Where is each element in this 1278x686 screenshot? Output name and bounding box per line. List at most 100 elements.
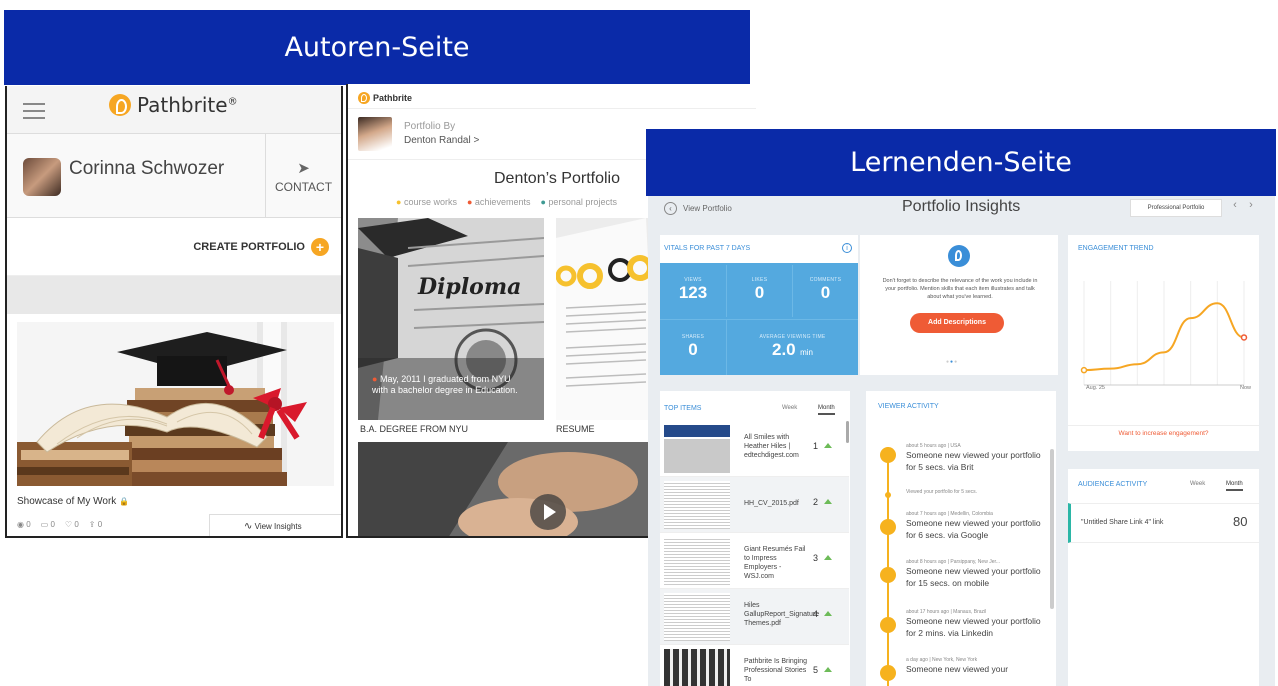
item-thumbnail: [664, 537, 730, 585]
eye-icon: ◉: [17, 520, 24, 529]
prev-arrow-icon[interactable]: ‹: [1228, 199, 1242, 217]
item-thumbnail: [664, 593, 730, 641]
video-tile[interactable]: [358, 442, 648, 536]
viewer-activity-item[interactable]: about 7 hours ago | Medellin, Colombia So…: [906, 511, 1046, 541]
owner-link[interactable]: Denton Randal >: [404, 135, 479, 146]
viewer-activity-subitem: Viewed your portfolio for 5 secs.: [906, 489, 978, 495]
lock-icon: 🔒: [119, 497, 130, 506]
contact-button[interactable]: ➤ CONTACT: [265, 134, 341, 218]
owner-avatar[interactable]: [358, 117, 392, 151]
item-thumbnail: [664, 481, 730, 529]
trend-up-icon: [824, 443, 832, 448]
category-personal-projects[interactable]: ● personal projects: [540, 197, 617, 207]
tab-month[interactable]: Month: [818, 405, 835, 415]
vital-likes: LIKES 0: [726, 265, 792, 317]
contact-label: CONTACT: [274, 180, 333, 194]
viewer-activity-item[interactable]: about 8 hours ago | Parsippany, New Jer.…: [906, 559, 1046, 589]
audience-row-value: 80: [1233, 514, 1248, 529]
laptop-photo: [358, 442, 648, 536]
trend-up-icon: [824, 555, 832, 560]
author-topbar: Pathbrite®: [7, 86, 341, 134]
diploma-tile[interactable]: Diploma ● May, 2011 I graduated from NYU…: [358, 218, 544, 420]
add-descriptions-button[interactable]: Add Descriptions: [910, 313, 1004, 333]
hamburger-menu-icon[interactable]: [23, 103, 45, 119]
category-course-works[interactable]: ● course works: [396, 197, 457, 207]
showcase-title[interactable]: Showcase of My Work 🔒: [17, 496, 129, 507]
portfolio-title: Denton’s Portfolio: [494, 170, 620, 187]
create-portfolio-label: CREATE PORTFOLIO: [193, 241, 305, 253]
top-item-row[interactable]: Pathbrite Is Bringing Professional Stori…: [660, 645, 849, 686]
audience-tab-week[interactable]: Week: [1190, 481, 1205, 487]
resume-photo: [556, 218, 656, 420]
tip-text: Don't forget to describe the relevance o…: [882, 278, 1038, 300]
location-pin-icon: [880, 447, 896, 463]
top-items-card: TOP ITEMS Week Month All Smiles with Hea…: [660, 391, 850, 686]
send-icon: ➤: [297, 160, 310, 177]
audience-tab-month[interactable]: Month: [1226, 481, 1243, 491]
likes-stat: ♡ 0: [64, 520, 79, 529]
viewer-activity-item[interactable]: about 17 hours ago | Manaus, Brazil Someo…: [906, 609, 1046, 639]
viewer-activity-item[interactable]: a day ago | New York, New York Someone ne…: [906, 657, 1046, 675]
view-insights-button[interactable]: ∿ View Insights: [209, 514, 341, 536]
trend-up-icon: [824, 499, 832, 504]
audience-row[interactable]: "Untitled Share Link 4" link 80: [1068, 503, 1259, 543]
pathbrite-logo-small[interactable]: Pathbrite: [358, 92, 412, 104]
info-icon[interactable]: i: [842, 243, 852, 253]
audience-row-label: "Untitled Share Link 4" link: [1081, 519, 1164, 526]
avatar[interactable]: [23, 158, 61, 196]
pathbrite-tip-icon: [948, 245, 970, 267]
resume-tile[interactable]: [556, 218, 656, 420]
viewer-activity-item[interactable]: about 5 hours ago | USA Someone new viewe…: [906, 443, 1046, 473]
books-graduation-cap-illustration: [17, 322, 334, 486]
trend-end-label: Now: [1240, 385, 1252, 391]
section-divider: [7, 276, 341, 314]
profile-header: Corinna Schwozer ➤ CONTACT: [7, 134, 341, 218]
tab-week[interactable]: Week: [782, 405, 797, 411]
play-button-icon[interactable]: [530, 494, 566, 530]
carousel-dots[interactable]: ●●●: [946, 359, 958, 365]
author-page-phone: Pathbrite® Corinna Schwozer ➤ CONTACT CR…: [5, 86, 343, 538]
heart-icon: ♡: [64, 520, 73, 529]
insights-title: Portfolio Insights: [902, 198, 1021, 215]
showcase-cover-image[interactable]: [17, 322, 334, 486]
engagement-trend-chart: [1080, 281, 1248, 386]
views-stat: ◉ 0: [17, 520, 31, 529]
shares-stat: ⇪ 0: [88, 520, 103, 529]
next-arrow-icon[interactable]: ›: [1244, 199, 1258, 217]
vitals-card: VITALS FOR PAST 7 DAYS i VIEWS 123 LIKES…: [660, 235, 858, 375]
top-item-row[interactable]: HH_CV_2015.pdf 2: [660, 477, 849, 533]
top-item-row[interactable]: Hiles GallupReport_Signature Themes.pdf …: [660, 589, 849, 645]
tile-caption: ● May, 2011 I graduated from NYU with a …: [372, 374, 518, 395]
trend-up-icon: [824, 667, 832, 672]
location-pin-icon: [880, 519, 896, 535]
portfolio-selector[interactable]: Professional Portfolio: [1130, 199, 1222, 217]
stats-row: ◉ 0 ▭ 0 ♡ 0 ⇪ 0: [17, 520, 102, 529]
increase-engagement-link[interactable]: Want to increase engagement?: [1068, 425, 1259, 437]
engagement-trend-card: ENGAGEMENT TREND Aug. 25 Now Want to inc…: [1068, 235, 1259, 451]
scrollbar[interactable]: [846, 421, 849, 443]
category-achievements[interactable]: ● achievements: [467, 197, 530, 207]
pathbrite-logo[interactable]: Pathbrite®: [109, 93, 238, 117]
item-thumbnail: [664, 649, 730, 686]
diploma-word: Diploma: [418, 274, 522, 300]
trend-up-icon: [824, 611, 832, 616]
insights-topbar: ‹ View Portfolio Portfolio Insights Prof…: [648, 193, 1275, 225]
audience-activity-card: AUDIENCE ACTIVITY Week Month "Untitled S…: [1068, 469, 1259, 686]
item-thumbnail: [664, 425, 730, 473]
create-portfolio-button[interactable]: CREATE PORTFOLIO +: [193, 238, 329, 256]
category-legend: ● course works ● achievements ● personal…: [396, 197, 617, 207]
plus-icon: +: [311, 238, 329, 256]
tip-card: Don't forget to describe the relevance o…: [860, 235, 1058, 375]
back-button[interactable]: ‹ View Portfolio: [664, 202, 732, 215]
timeline-dot: [885, 492, 891, 498]
learner-page-banner: Lernenden-Seite: [646, 129, 1276, 196]
mobile-device-icon: [880, 567, 896, 583]
top-item-row[interactable]: Giant Resumés Fail to Impress Employers …: [660, 533, 849, 589]
pathbrite-logo-icon: [109, 94, 131, 116]
tile-label-resume[interactable]: RESUME: [556, 424, 595, 434]
top-item-row[interactable]: All Smiles with Heather Hiles | edtechdi…: [660, 421, 849, 477]
tile-label-diploma[interactable]: B.A. DEGREE FROM NYU: [360, 424, 468, 434]
scrollbar[interactable]: [1050, 449, 1054, 609]
viewer-activity-title: VIEWER ACTIVITY: [878, 403, 939, 410]
trend-point: [1080, 366, 1088, 374]
